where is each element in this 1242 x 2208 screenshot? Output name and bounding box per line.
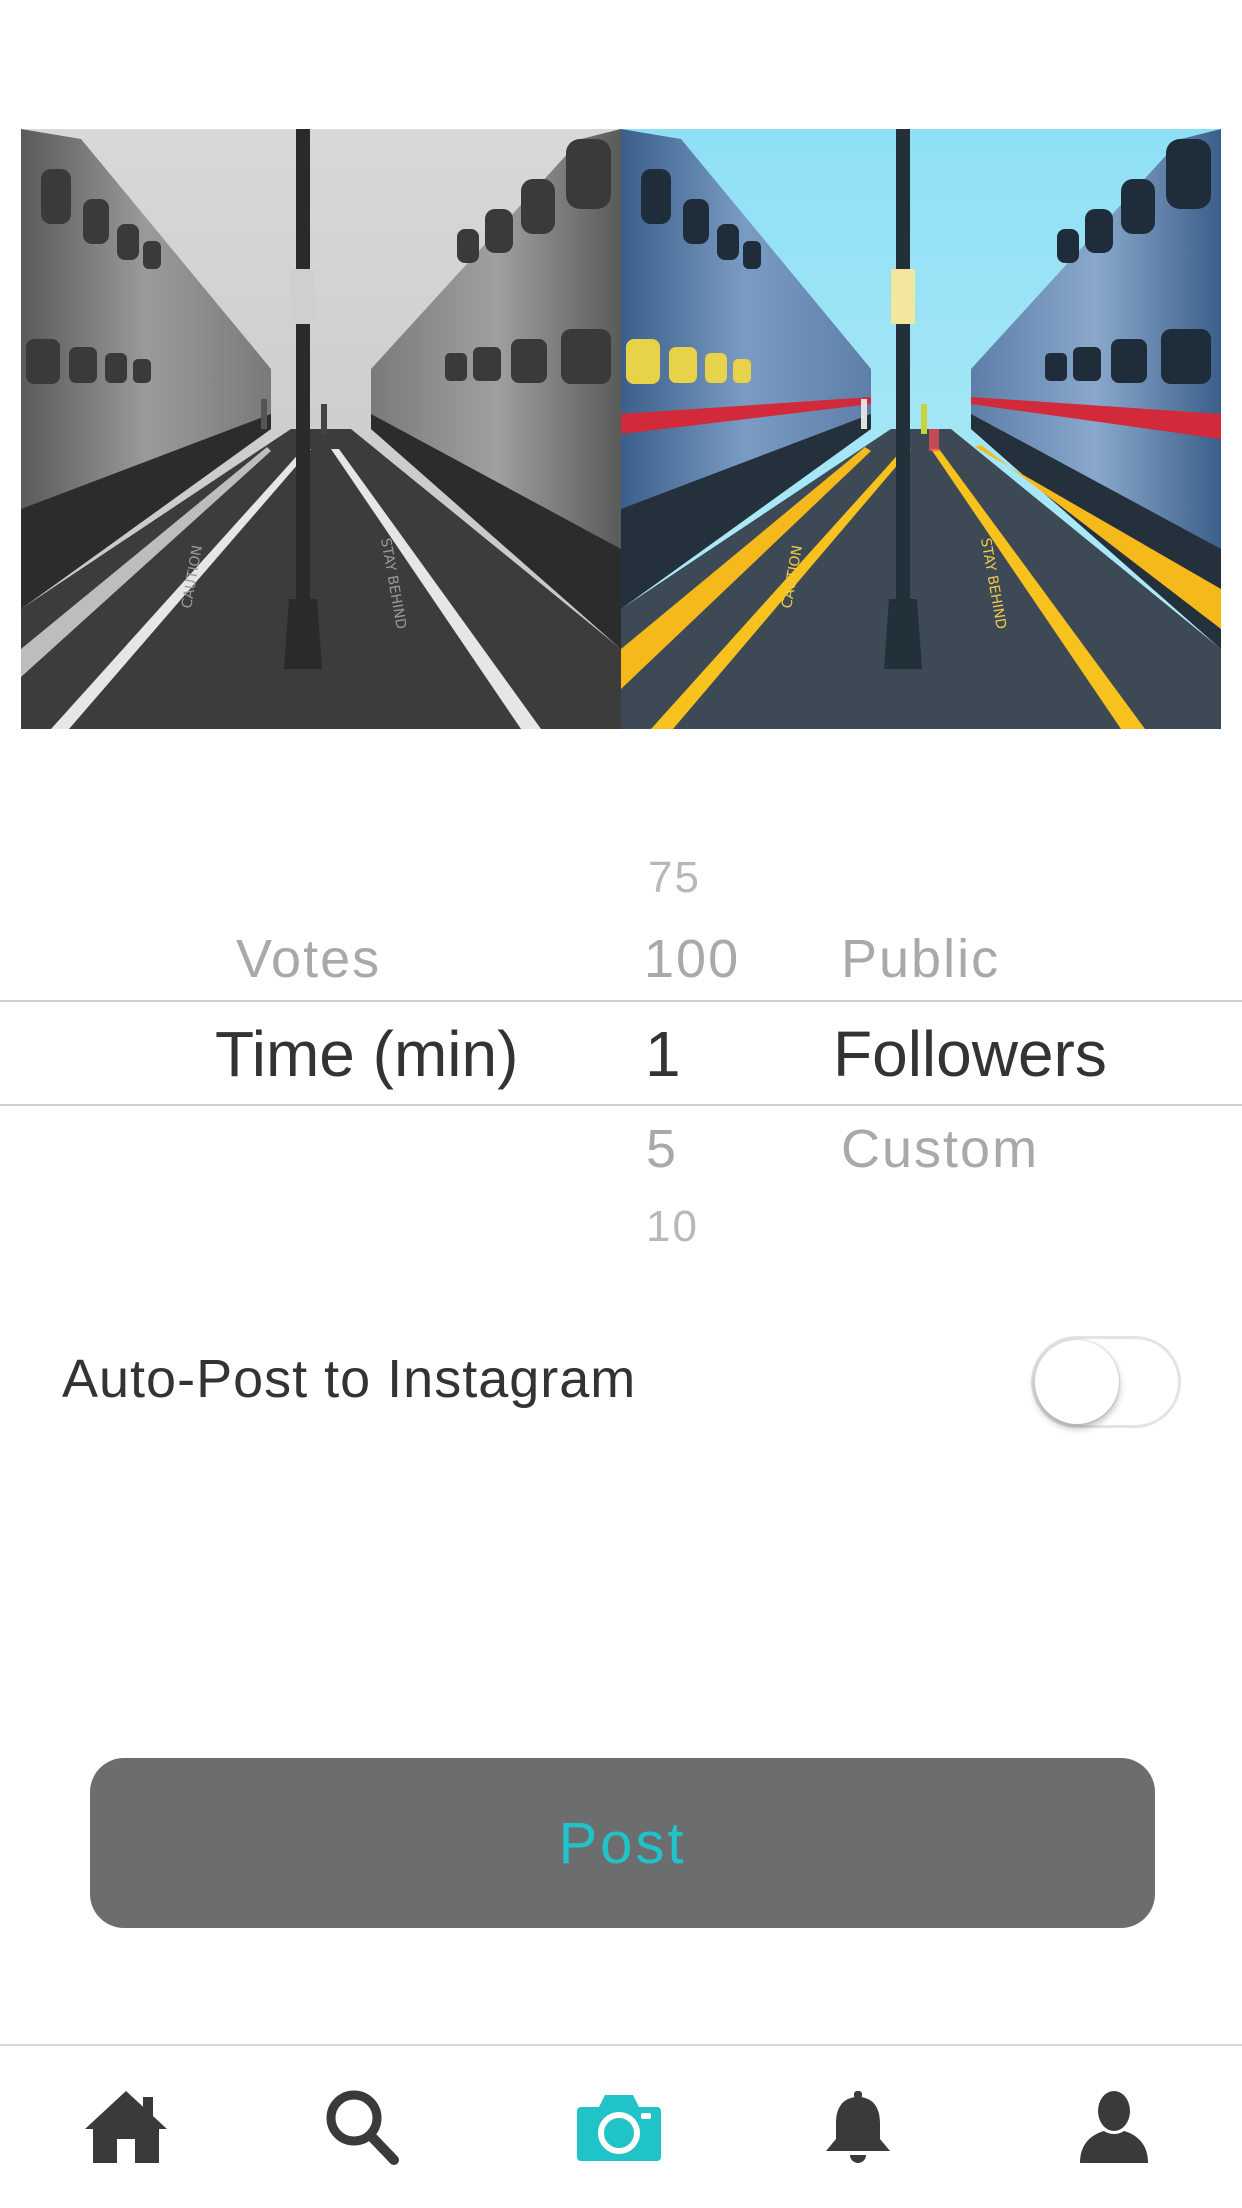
bell-icon	[826, 2091, 890, 2163]
picker-amount-option-5[interactable]: 5	[646, 1118, 678, 1180]
instagram-autopost-row: Auto-Post to Instagram	[0, 1320, 1242, 1430]
post-button-label: Post	[558, 1810, 687, 1876]
profile-icon	[1080, 2091, 1148, 2163]
picker-amount-option-10[interactable]: 10	[646, 1202, 699, 1252]
picker-amount-option-100[interactable]: 100	[644, 928, 740, 990]
post-button[interactable]: Post	[90, 1758, 1155, 1928]
camera-icon	[577, 2095, 661, 2161]
create-post-screen: CAUTION STAY BEHIND CAUTION STAY BEHIND …	[0, 0, 1242, 2208]
picker-mode-option-votes[interactable]: Votes	[236, 928, 381, 990]
tab-search[interactable]	[292, 2046, 432, 2208]
picker-amount-option-75[interactable]: 75	[648, 853, 701, 903]
toggle-knob	[1035, 1340, 1119, 1424]
picker-audience-option-public[interactable]: Public	[841, 928, 1000, 990]
instagram-autopost-toggle[interactable]	[1031, 1336, 1181, 1428]
tab-notifications[interactable]	[788, 2046, 928, 2208]
photo-option-color[interactable]: CAUTION STAY BEHIND	[621, 129, 1221, 729]
picker-audience-option-followers[interactable]: Followers	[833, 1017, 1107, 1091]
photo-comparison: CAUTION STAY BEHIND CAUTION STAY BEHIND	[21, 129, 1221, 729]
tab-profile[interactable]	[1044, 2046, 1184, 2208]
picker-mode-option-time[interactable]: Time (min)	[215, 1017, 518, 1091]
search-icon	[326, 2090, 399, 2165]
picker-audience-option-custom[interactable]: Custom	[841, 1118, 1039, 1180]
photo-option-bw[interactable]: CAUTION STAY BEHIND	[21, 129, 621, 729]
picker-selection-top-line	[0, 1000, 1242, 1002]
tab-home[interactable]	[56, 2046, 196, 2208]
tab-bar	[0, 2046, 1242, 2208]
tab-camera[interactable]	[549, 2046, 689, 2208]
picker-amount-option-1[interactable]: 1	[645, 1017, 681, 1091]
train-platform-bw-image: CAUTION STAY BEHIND	[21, 129, 621, 729]
home-icon	[85, 2091, 167, 2163]
train-platform-color-image: CAUTION STAY BEHIND	[621, 129, 1221, 729]
instagram-autopost-label: Auto-Post to Instagram	[62, 1349, 637, 1409]
picker-selection-bottom-line	[0, 1104, 1242, 1106]
post-settings-picker[interactable]: Votes Time (min) 75 100 1 5 10 Public Fo…	[0, 830, 1242, 1270]
